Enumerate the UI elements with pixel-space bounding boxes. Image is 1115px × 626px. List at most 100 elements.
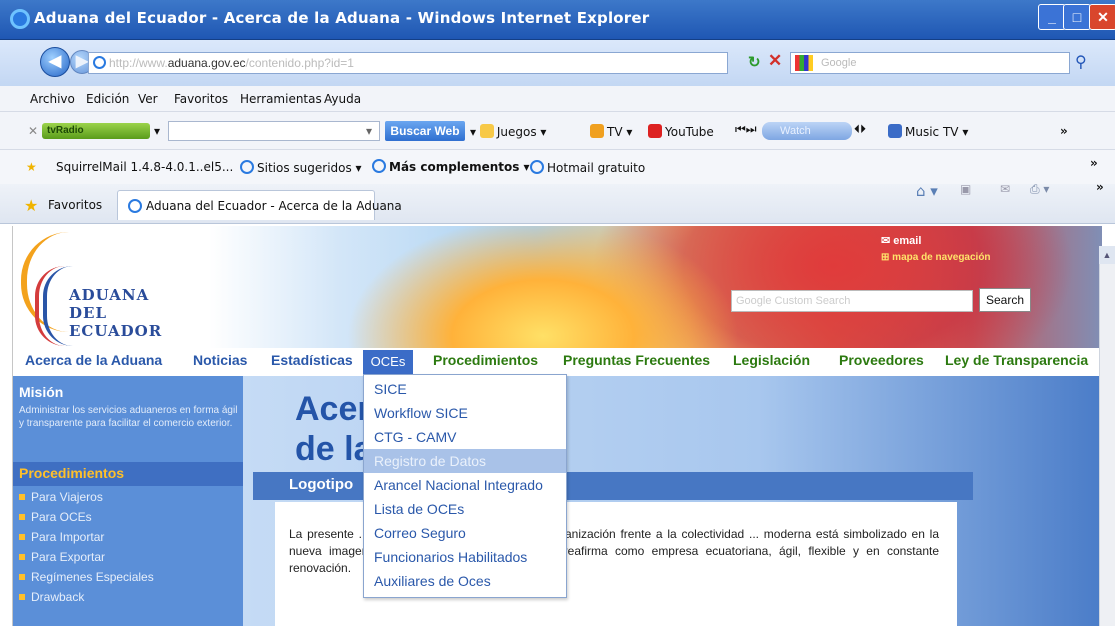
sidebar-item-drawback[interactable]: Drawback: [19, 590, 84, 604]
juegos-icon: [479, 124, 494, 138]
menu-item-funcionarios[interactable]: Funcionarios Habilitados: [364, 545, 566, 569]
email-link[interactable]: ✉ email: [881, 234, 921, 247]
site-nav: Acerca de la Aduana Noticias Estadística…: [13, 348, 1102, 376]
menu-item-correo-seguro[interactable]: Correo Seguro: [364, 521, 566, 545]
page-viewport: ADUANA DEL ECUADOR ✉ email ⊞ mapa de nav…: [12, 226, 1102, 626]
ie-icon: [10, 9, 30, 29]
section-title: Logotipo: [289, 476, 354, 493]
sidebar-item-exportar[interactable]: Para Exportar: [19, 550, 105, 564]
left-sidebar: Misión Administrar los servicios aduaner…: [13, 376, 243, 626]
print-icon[interactable]: ⎙ ▾: [1030, 182, 1049, 197]
links-overflow-icon[interactable]: »: [1090, 156, 1098, 170]
home-icon[interactable]: ⌂ ▾: [916, 182, 938, 200]
scroll-up-arrow-icon[interactable]: ▲: [1099, 246, 1115, 264]
menu-item-lista-oces[interactable]: Lista de OCEs: [364, 497, 566, 521]
menu-item-workflow-sice[interactable]: Workflow SICE: [364, 401, 566, 425]
mail-icon[interactable]: ✉: [1000, 182, 1010, 196]
menu-item-auxiliares[interactable]: Auxiliares de Oces: [364, 569, 566, 593]
bullet-icon: [19, 554, 25, 560]
menu-ver[interactable]: Ver: [138, 92, 158, 106]
menu-item-arancel[interactable]: Arancel Nacional Integrado: [364, 473, 566, 497]
menu-herramientas[interactable]: Herramientas: [240, 92, 322, 106]
refresh-icon[interactable]: ↻: [748, 53, 761, 71]
tab-title: Aduana del Ecuador - Acerca de la Aduana: [146, 199, 402, 213]
toolbar-close-icon[interactable]: ✕: [28, 124, 38, 138]
addon-toolbar: ✕ tvRadio ▾ ▾ Buscar Web ▾ Juegos ▾ TV ▾…: [0, 112, 1115, 150]
toolbar-overflow-icon[interactable]: »: [1060, 124, 1068, 138]
bullet-icon: [19, 514, 25, 520]
section-header-bar: [253, 472, 973, 500]
google-icon: [795, 55, 813, 71]
site-search-button[interactable]: Search: [979, 288, 1031, 312]
site-search-input[interactable]: Google Custom Search: [731, 290, 973, 312]
search-placeholder: Google: [821, 57, 857, 69]
minimize-button[interactable]: _: [1038, 4, 1066, 30]
toolbar-search-input[interactable]: [168, 121, 380, 141]
link-hotmail[interactable]: Hotmail gratuito: [530, 160, 645, 175]
back-button[interactable]: ◀: [40, 47, 70, 77]
nav-preguntas[interactable]: Preguntas Frecuentes: [563, 352, 710, 368]
tvradio-dropdown-icon[interactable]: ▾: [154, 124, 160, 138]
window-title: Aduana del Ecuador - Acerca de la Aduana…: [34, 9, 650, 27]
link-sitios-sugeridos[interactable]: Sitios sugeridos ▾: [240, 160, 362, 175]
nav-procedimientos[interactable]: Procedimientos: [433, 352, 538, 368]
nav-ley-transparencia[interactable]: Ley de Transparencia: [945, 352, 1088, 368]
menu-archivo[interactable]: Archivo: [30, 92, 75, 106]
address-bar[interactable]: http://www.aduana.gov.ec/contenido.php?i…: [88, 52, 728, 74]
favorites-button[interactable]: Favoritos: [48, 198, 102, 212]
tvradio-button[interactable]: tvRadio: [42, 123, 150, 139]
music-tv-button[interactable]: Music TV ▾: [888, 124, 968, 139]
page-icon: [93, 56, 106, 69]
youtube-icon: [648, 124, 662, 138]
command-overflow-icon[interactable]: »: [1096, 180, 1104, 194]
sidebar-item-oces[interactable]: Para OCEs: [19, 510, 92, 524]
watch-dropdown[interactable]: Watch: [762, 122, 852, 140]
nav-noticias[interactable]: Noticias: [193, 352, 247, 368]
add-favorite-icon[interactable]: ★: [26, 160, 37, 174]
bullet-icon: [19, 594, 25, 600]
sidebar-item-viajeros[interactable]: Para Viajeros: [19, 490, 103, 504]
nav-acerca[interactable]: Acerca de la Aduana: [25, 352, 162, 368]
tv-icon: [590, 124, 604, 138]
menu-bar: Archivo Edición Ver Favoritos Herramient…: [0, 86, 1115, 112]
nav-legislacion[interactable]: Legislación: [733, 352, 810, 368]
menu-item-sice[interactable]: SICE: [364, 377, 566, 401]
sidebar-item-regimenes[interactable]: Regímenes Especiales: [19, 570, 154, 584]
stop-icon[interactable]: ✕: [768, 51, 782, 71]
menu-item-ctg-camv[interactable]: CTG - CAMV: [364, 425, 566, 449]
menu-favoritos[interactable]: Favoritos: [174, 92, 228, 106]
browser-search-input[interactable]: Google: [790, 52, 1070, 74]
menu-item-registro-datos[interactable]: Registro de Datos: [364, 449, 566, 473]
juegos-button[interactable]: ▾ Juegos ▾: [470, 124, 546, 139]
bullet-icon: [19, 494, 25, 500]
sidebar-item-importar[interactable]: Para Importar: [19, 530, 104, 544]
close-button[interactable]: ✕: [1089, 4, 1115, 30]
favorites-star-icon[interactable]: ★: [24, 196, 38, 216]
procedimientos-title: Procedimientos: [19, 465, 125, 481]
link-mas-complementos[interactable]: Más complementos ▾: [372, 159, 530, 174]
nav-proveedores[interactable]: Proveedores: [839, 352, 924, 368]
mision-title: Misión: [19, 384, 64, 400]
nav-estadisticas[interactable]: Estadísticas: [271, 352, 353, 368]
mapa-navegacion-link[interactable]: ⊞ mapa de navegación: [881, 252, 991, 263]
bullet-icon: [19, 574, 25, 580]
media-controls-icon[interactable]: ⏮⏭: [735, 122, 757, 137]
logo-line-1: ADUANA: [69, 286, 150, 304]
youtube-button[interactable]: YouTube: [648, 124, 714, 139]
maximize-button[interactable]: □: [1063, 4, 1091, 30]
tv-button[interactable]: TV ▾: [590, 124, 632, 139]
oces-dropdown-menu: SICE Workflow SICE CTG - CAMV Registro d…: [363, 374, 567, 598]
buscar-web-button[interactable]: Buscar Web: [385, 121, 465, 141]
mision-text: Administrar los servicios aduaneros en f…: [19, 405, 238, 429]
link-squirrelmail[interactable]: SquirrelMail 1.4.8-4.0.1..el5...: [56, 160, 233, 174]
procedimientos-header: Procedimientos: [13, 462, 243, 486]
menu-edicion[interactable]: Edición: [86, 92, 129, 106]
toolbar-input-dropdown-icon[interactable]: ▾: [366, 124, 372, 138]
menu-ayuda[interactable]: Ayuda: [324, 92, 361, 106]
nav-oces[interactable]: OCEs: [363, 350, 413, 374]
vertical-scrollbar[interactable]: [1099, 246, 1115, 626]
feeds-icon[interactable]: ▣: [960, 182, 971, 196]
volume-controls-icon[interactable]: ⏴⏵: [854, 122, 866, 137]
search-icon[interactable]: ⚲: [1075, 52, 1087, 72]
tab-active[interactable]: Aduana del Ecuador - Acerca de la Aduana: [117, 190, 402, 220]
